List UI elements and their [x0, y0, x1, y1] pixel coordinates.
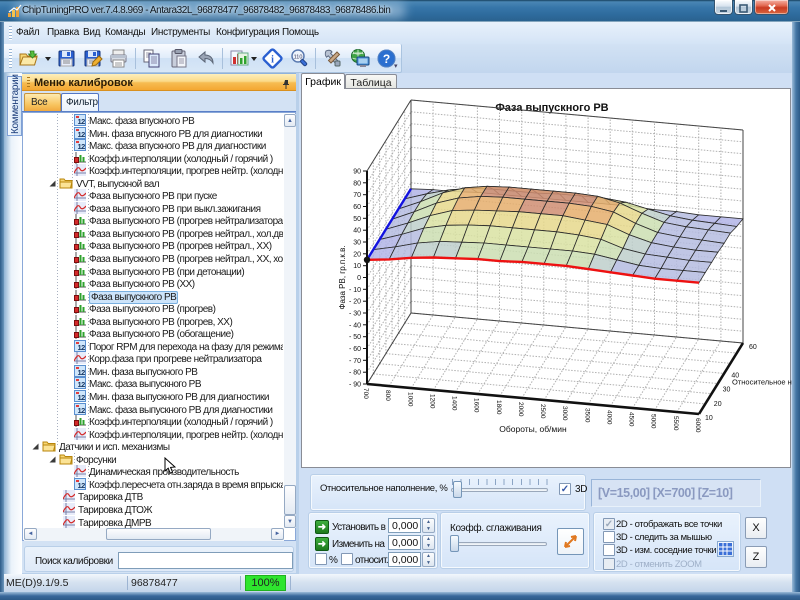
svg-text:5500: 5500 — [672, 416, 679, 431]
svg-text:1600: 1600 — [473, 398, 480, 413]
svg-text:12: 12 — [78, 142, 86, 151]
svg-text:12: 12 — [78, 380, 86, 389]
svg-text:12: 12 — [78, 130, 86, 139]
svg-text:2000: 2000 — [517, 402, 524, 417]
svg-text:12: 12 — [78, 343, 86, 352]
svg-text:Фаза выпускного РВ: Фаза выпускного РВ — [495, 102, 608, 114]
svg-text:70: 70 — [353, 192, 361, 199]
svg-text:- 60: - 60 — [349, 346, 361, 353]
svg-text:- 40: - 40 — [349, 322, 361, 329]
svg-text:10: 10 — [705, 415, 713, 422]
svg-text:Фаза РВ, гр.п.к.в.: Фаза РВ, гр.п.к.в. — [338, 245, 347, 309]
svg-text:- 70: - 70 — [349, 358, 361, 365]
svg-text:4000: 4000 — [606, 410, 613, 425]
svg-text:30: 30 — [723, 387, 731, 394]
svg-text:- 50: - 50 — [349, 334, 361, 341]
svg-text:1000: 1000 — [406, 392, 413, 407]
svg-text:3000: 3000 — [561, 406, 568, 421]
svg-text:- 20: - 20 — [349, 299, 361, 306]
svg-text:- 80: - 80 — [349, 370, 361, 377]
svg-text:12: 12 — [78, 406, 86, 415]
svg-text:20: 20 — [714, 401, 722, 408]
svg-text:12: 12 — [78, 117, 86, 126]
svg-text:1400: 1400 — [451, 396, 458, 411]
svg-text:30: 30 — [353, 240, 361, 247]
svg-text:3500: 3500 — [583, 408, 590, 423]
svg-text:60: 60 — [353, 204, 361, 211]
svg-text:2500: 2500 — [539, 404, 546, 419]
svg-text:12: 12 — [78, 481, 86, 490]
svg-text:12: 12 — [78, 393, 86, 402]
svg-text:20: 20 — [353, 251, 361, 258]
svg-text:50: 50 — [353, 216, 361, 223]
svg-text:4500: 4500 — [628, 412, 635, 427]
svg-text:i: i — [271, 55, 274, 66]
svg-text:- 30: - 30 — [349, 311, 361, 318]
svg-text:0: 0 — [357, 275, 361, 282]
svg-text:- 10: - 10 — [349, 287, 361, 294]
svg-text:80: 80 — [353, 180, 361, 187]
svg-text:12: 12 — [78, 368, 86, 377]
svg-text:Обороты, об/мин: Обороты, об/мин — [499, 424, 567, 434]
svg-text:?: ? — [383, 52, 390, 66]
svg-text:5000: 5000 — [650, 414, 657, 429]
svg-text:90: 90 — [353, 169, 361, 176]
svg-text:1200: 1200 — [428, 394, 435, 409]
svg-text:800: 800 — [384, 390, 391, 401]
svg-text:60: 60 — [749, 344, 757, 351]
svg-text:700: 700 — [362, 388, 369, 399]
svg-text:- 90: - 90 — [349, 382, 361, 389]
svg-text:6000: 6000 — [694, 418, 701, 433]
svg-text:Относительное напол: Относительное напол — [732, 378, 794, 387]
svg-text:40: 40 — [353, 228, 361, 235]
svg-text:1800: 1800 — [495, 400, 502, 415]
svg-text:10: 10 — [353, 263, 361, 270]
